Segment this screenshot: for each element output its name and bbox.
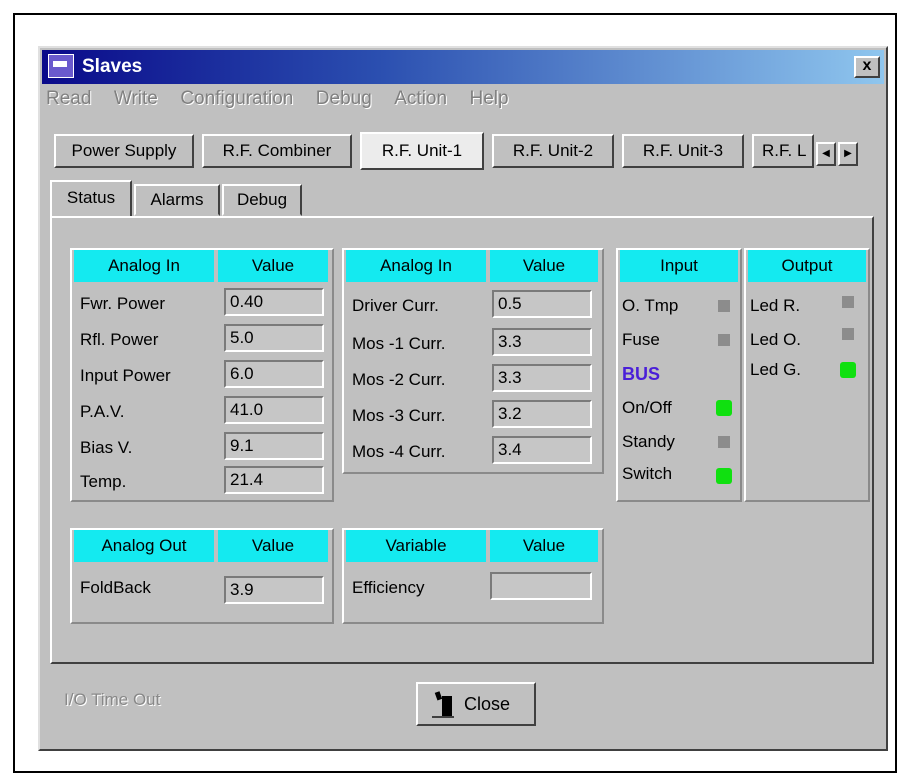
tab-scroll-left-button[interactable]: ◀ <box>816 142 836 166</box>
close-button[interactable]: Close <box>416 682 536 726</box>
bias-v-value: 9.1 <box>224 432 324 460</box>
rfl-power-label: Rfl. Power <box>80 330 159 349</box>
menu-read[interactable]: Read <box>46 88 91 110</box>
window-title: Slaves <box>82 56 143 77</box>
led-o-label: Led O. <box>750 330 802 349</box>
fwr-power-value: 0.40 <box>224 288 324 316</box>
menu-configuration[interactable]: Configuration <box>180 88 293 110</box>
value-header: Value <box>218 250 328 282</box>
analog-out-header: Analog Out <box>74 530 214 562</box>
o-tmp-indicator <box>718 300 730 312</box>
analog-in-header: Analog In <box>74 250 214 282</box>
led-g-indicator <box>840 362 856 378</box>
led-r-indicator <box>842 296 854 308</box>
led-r-label: Led R. <box>750 296 801 315</box>
switch-indicator <box>716 468 732 484</box>
status-text: I/O Time Out <box>64 690 161 709</box>
mos-1-curr-label: Mos -1 Curr. <box>352 334 446 353</box>
tab-alarms[interactable]: Alarms <box>134 184 220 216</box>
menu-action[interactable]: Action <box>394 88 447 110</box>
fuse-label: Fuse <box>622 330 660 349</box>
tab-power-supply[interactable]: Power Supply <box>54 134 194 168</box>
temp-value: 21.4 <box>224 466 324 494</box>
tab-debug[interactable]: Debug <box>222 184 302 216</box>
tab-rf-combiner[interactable]: R.F. Combiner <box>202 134 352 168</box>
door-exit-icon <box>432 691 454 718</box>
value-header: Value <box>490 250 598 282</box>
analog-in-group-1: Analog In Value Fwr. Power 0.40 Rfl. Pow… <box>70 248 334 502</box>
tab-status[interactable]: Status <box>50 180 132 218</box>
tab-rf-unit-3[interactable]: R.F. Unit-3 <box>622 134 744 168</box>
analog-out-group: Analog Out Value FoldBack 3.9 <box>70 528 334 624</box>
value-header: Value <box>218 530 328 562</box>
unit-tabs: Power Supply R.F. Combiner R.F. Unit-1 R… <box>54 130 882 170</box>
bus-label: BUS <box>622 364 661 384</box>
mos-1-curr-value: 3.3 <box>492 328 592 356</box>
foldback-value: 3.9 <box>224 576 324 604</box>
variable-header: Variable <box>346 530 486 562</box>
tab-scroll-right-button[interactable]: ▶ <box>838 142 858 166</box>
output-group: Output Led R. Led O. Led G. <box>744 248 870 502</box>
title-bar[interactable]: Slaves x <box>42 50 884 84</box>
efficiency-label: Efficiency <box>352 578 425 597</box>
tab-rf-unit-1[interactable]: R.F. Unit-1 <box>360 132 484 170</box>
fuse-indicator <box>718 334 730 346</box>
menu-write[interactable]: Write <box>114 88 158 110</box>
close-label: Close <box>464 694 511 714</box>
input-group: Input O. Tmp Fuse BUS On/Off Standy Swit… <box>616 248 742 502</box>
menu-debug[interactable]: Debug <box>316 88 372 110</box>
driver-curr-label: Driver Curr. <box>352 296 439 315</box>
mos-4-curr-label: Mos -4 Curr. <box>352 442 446 461</box>
mos-2-curr-label: Mos -2 Curr. <box>352 370 446 389</box>
foldback-label: FoldBack <box>80 578 151 597</box>
variable-group: Variable Value Efficiency <box>342 528 604 624</box>
mos-4-curr-value: 3.4 <box>492 436 592 464</box>
input-header: Input <box>620 250 738 282</box>
mos-3-curr-label: Mos -3 Curr. <box>352 406 446 425</box>
app-icon <box>48 54 74 78</box>
led-g-label: Led G. <box>750 360 802 379</box>
mos-2-curr-value: 3.3 <box>492 364 592 392</box>
temp-label: Temp. <box>80 472 127 491</box>
view-tabs: Status Alarms Debug <box>50 178 876 218</box>
slaves-window: Slaves x Read Write Configuration Debug … <box>38 46 888 751</box>
status-bar: I/O Time Out Close <box>50 678 876 738</box>
bias-v-label: Bias V. <box>80 438 133 457</box>
analog-in-header: Analog In <box>346 250 486 282</box>
output-header: Output <box>748 250 866 282</box>
pav-label: P.A.V. <box>80 402 125 421</box>
efficiency-value <box>490 572 592 600</box>
menu-help[interactable]: Help <box>470 88 509 110</box>
menu-bar: Read Write Configuration Debug Action He… <box>46 88 880 118</box>
led-o-indicator <box>842 328 854 340</box>
tab-rf-unit-4[interactable]: R.F. L <box>752 134 814 168</box>
status-panel: Analog In Value Fwr. Power 0.40 Rfl. Pow… <box>50 216 874 664</box>
fwr-power-label: Fwr. Power <box>80 294 166 313</box>
value-header: Value <box>490 530 598 562</box>
standy-label: Standy <box>622 432 675 451</box>
standy-indicator <box>718 436 730 448</box>
o-tmp-label: O. Tmp <box>622 296 679 315</box>
input-power-label: Input Power <box>80 366 171 385</box>
analog-in-group-2: Analog In Value Driver Curr. 0.5 Mos -1 … <box>342 248 604 474</box>
rfl-power-value: 5.0 <box>224 324 324 352</box>
on-off-label: On/Off <box>622 398 672 417</box>
mos-3-curr-value: 3.2 <box>492 400 592 428</box>
switch-label: Switch <box>622 464 673 483</box>
pav-value: 41.0 <box>224 396 324 424</box>
window-close-button[interactable]: x <box>854 56 880 78</box>
on-off-indicator <box>716 400 732 416</box>
tab-rf-unit-2[interactable]: R.F. Unit-2 <box>492 134 614 168</box>
driver-curr-value: 0.5 <box>492 290 592 318</box>
input-power-value: 6.0 <box>224 360 324 388</box>
